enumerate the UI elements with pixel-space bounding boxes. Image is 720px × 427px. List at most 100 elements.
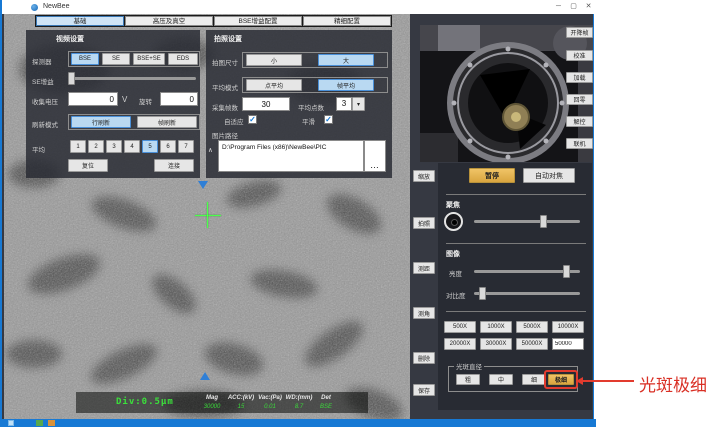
tool-measure-angle-button[interactable]: 测角: [413, 307, 435, 319]
tool-delete-button[interactable]: 删除: [413, 352, 435, 364]
size-option-small[interactable]: 小: [246, 54, 302, 66]
divider: [446, 243, 586, 244]
average-option-1[interactable]: 1: [70, 140, 86, 153]
photo-size-label: 拍图尺寸: [212, 57, 238, 67]
focus-knob[interactable]: [444, 212, 463, 231]
autofocus-button[interactable]: 自动对焦: [523, 168, 575, 183]
tab-bse-gain-config[interactable]: BSE增益配置: [214, 16, 302, 26]
rotation-input[interactable]: [160, 92, 198, 106]
tab-basic[interactable]: 基础: [36, 16, 124, 26]
size-option-large[interactable]: 大: [318, 54, 374, 66]
spot-medium-button[interactable]: 中: [489, 374, 513, 385]
annotation-line: [583, 380, 634, 382]
avg-points-dropdown-icon[interactable]: ▾: [352, 97, 365, 111]
mag-5000x-button[interactable]: 5000X: [516, 321, 548, 333]
video-settings-panel: 视频设置 探测器 BSE SE BSE+SE EDS SE增益 收集电压 V 旋…: [26, 30, 200, 178]
minimize-icon[interactable]: ─: [552, 2, 565, 12]
contrast-slider[interactable]: [474, 287, 580, 300]
side-home-button[interactable]: 回零: [566, 94, 593, 105]
focus-slider-thumb[interactable]: [540, 215, 547, 228]
mag-20000x-button[interactable]: 20000X: [444, 338, 476, 350]
average-option-4[interactable]: 4: [124, 140, 140, 153]
refresh-option-line[interactable]: 行刷新: [71, 116, 131, 128]
average-option-5[interactable]: 5: [142, 140, 158, 153]
path-caret-icon[interactable]: ∧: [208, 146, 213, 154]
annotation-arrowhead-icon: [576, 377, 583, 385]
browse-button[interactable]: …: [364, 140, 386, 172]
average-label: 平均: [32, 144, 45, 154]
mag-value-input[interactable]: [552, 338, 584, 350]
avg-points-label: 平均点数: [298, 102, 324, 112]
image-section-label: 图像: [446, 249, 460, 259]
video-settings-title: 视频设置: [56, 34, 84, 44]
detector-option-bse[interactable]: BSE: [71, 53, 99, 65]
mag-50000x-button[interactable]: 50000X: [516, 338, 548, 350]
detector-option-bse-se[interactable]: BSE+SE: [133, 53, 165, 65]
image-path-box[interactable]: D:\Program Files (x86)\NewBee\PIC: [218, 140, 364, 172]
se-gain-label: SE增益: [32, 76, 54, 86]
mag-1000x-button[interactable]: 1000X: [480, 321, 512, 333]
avg-mode-frame[interactable]: 帧平均: [318, 79, 374, 91]
collect-voltage-input[interactable]: [68, 92, 118, 106]
detector-option-se[interactable]: SE: [102, 53, 130, 65]
brightness-slider-thumb[interactable]: [563, 265, 570, 278]
avg-points-value[interactable]: 3: [336, 97, 352, 111]
adaptive-checkbox[interactable]: ✓: [248, 115, 257, 124]
close-icon[interactable]: ✕: [582, 2, 595, 12]
maximize-icon[interactable]: ▢: [567, 2, 580, 12]
spot-coarse-button[interactable]: 粗: [456, 374, 480, 385]
tool-save-button[interactable]: 保存: [413, 384, 435, 396]
pause-button[interactable]: 暂停: [469, 168, 515, 183]
tab-hv-vacuum[interactable]: 高压及真空: [125, 16, 213, 26]
se-gain-slider[interactable]: [70, 72, 196, 85]
detector-option-eds[interactable]: EDS: [168, 53, 198, 65]
side-frame-lift-button[interactable]: 开降帧: [566, 27, 593, 38]
window-title: NewBee: [43, 3, 69, 10]
frames-input[interactable]: [242, 97, 290, 111]
side-load-button[interactable]: 加载: [566, 72, 593, 83]
frames-label: 采集帧数: [212, 102, 238, 112]
tool-photo-button[interactable]: 拍照: [413, 217, 435, 229]
mag-30000x-button[interactable]: 30000X: [480, 338, 512, 350]
brightness-slider[interactable]: [474, 265, 580, 278]
spot-fine-button[interactable]: 细: [522, 374, 546, 385]
refresh-option-frame[interactable]: 帧刷新: [137, 116, 197, 128]
average-option-2[interactable]: 2: [88, 140, 104, 153]
average-option-7[interactable]: 7: [178, 140, 194, 153]
se-gain-slider-track: [70, 77, 196, 80]
focus-knob-dot: [451, 219, 458, 226]
side-calibrate-button[interactable]: 校准: [566, 50, 593, 61]
annotation-text: 光斑极细: [639, 371, 707, 396]
voltage-unit-label: V: [122, 95, 127, 104]
app-icon: [31, 4, 38, 11]
tool-zoom-button[interactable]: 缩放: [413, 170, 435, 182]
focus-slider-track: [474, 220, 580, 223]
smooth-checkbox[interactable]: ✓: [324, 115, 333, 124]
mag-10000x-button[interactable]: 10000X: [552, 321, 584, 333]
brightness-label: 亮度: [449, 268, 462, 278]
rotation-label: 旋转: [139, 96, 152, 106]
avg-mode-point[interactable]: 点平均: [246, 79, 302, 91]
taskbar-start-icon[interactable]: [8, 420, 14, 426]
side-release-button[interactable]: 解控: [566, 116, 593, 127]
contrast-slider-thumb[interactable]: [479, 287, 486, 300]
crosshair-vertical: [207, 202, 208, 228]
se-gain-slider-thumb[interactable]: [68, 72, 75, 85]
image-path-label: 图片路径: [212, 130, 238, 140]
taskbar-app-icon[interactable]: [36, 420, 43, 426]
contrast-label: 对比度: [446, 290, 466, 300]
average-option-6[interactable]: 6: [160, 140, 176, 153]
focus-section-label: 聚焦: [446, 200, 460, 210]
taskbar-app-icon[interactable]: [48, 420, 55, 426]
collect-voltage-label: 收集电压: [32, 96, 58, 106]
tab-fine-config[interactable]: 精细配置: [303, 16, 391, 26]
average-option-3[interactable]: 3: [106, 140, 122, 153]
focus-slider[interactable]: [474, 215, 580, 228]
side-online-button[interactable]: 联机: [566, 138, 593, 149]
reset-button[interactable]: 复位: [68, 159, 108, 172]
photo-settings-title: 拍照设置: [214, 34, 242, 44]
tool-measure-distance-button[interactable]: 测距: [413, 262, 435, 274]
mag-500x-button[interactable]: 500X: [444, 321, 476, 333]
connect-button[interactable]: 连接: [154, 159, 194, 172]
detector-label: 探测器: [32, 56, 52, 66]
